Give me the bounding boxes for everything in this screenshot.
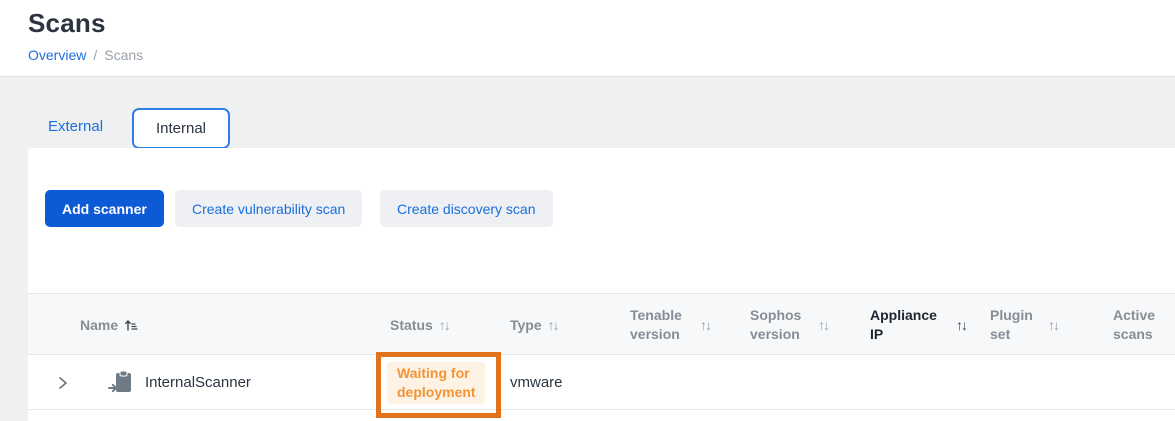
sort-both-icon[interactable]: ↑↓ bbox=[956, 316, 966, 335]
tab-internal[interactable]: Internal bbox=[132, 108, 230, 149]
sort-both-icon[interactable]: ↑↓ bbox=[439, 316, 449, 335]
scans-page: Scans Overview / Scans External Internal… bbox=[0, 0, 1175, 421]
column-label: Sophos version bbox=[750, 306, 812, 344]
column-header-tenable-version[interactable]: Tenable version ↑↓ bbox=[630, 294, 710, 356]
column-header-sophos-version[interactable]: Sophos version ↑↓ bbox=[750, 294, 828, 356]
row-cell-name: InternalScanner bbox=[145, 355, 251, 410]
expand-chevron-icon[interactable] bbox=[49, 369, 77, 397]
column-label: Active scans bbox=[1113, 306, 1163, 344]
page-title: Scans bbox=[28, 8, 106, 39]
column-header-name[interactable]: Name bbox=[80, 294, 138, 356]
create-discovery-scan-button[interactable]: Create discovery scan bbox=[380, 190, 553, 227]
sort-both-icon[interactable]: ↑↓ bbox=[1048, 316, 1058, 335]
scanner-clipboard-icon bbox=[107, 368, 135, 396]
table-header: Name Status ↑↓ Type ↑↓ Tenable version ↑… bbox=[28, 293, 1175, 355]
breadcrumb: Overview / Scans bbox=[28, 47, 143, 63]
page-header: Scans Overview / Scans bbox=[0, 0, 1175, 77]
column-label: Plugin set bbox=[990, 306, 1042, 344]
add-scanner-button[interactable]: Add scanner bbox=[45, 190, 164, 227]
column-header-active-scans[interactable]: Active scans bbox=[1113, 294, 1163, 356]
breadcrumb-separator: / bbox=[93, 47, 97, 63]
table-row[interactable]: InternalScanner vmware bbox=[28, 355, 1175, 410]
column-header-appliance-ip[interactable]: Appliance IP ↑↓ bbox=[870, 294, 966, 356]
tab-external[interactable]: External bbox=[48, 118, 103, 135]
column-header-status[interactable]: Status ↑↓ bbox=[390, 294, 449, 356]
column-label: Tenable version bbox=[630, 306, 694, 344]
sort-both-icon[interactable]: ↑↓ bbox=[818, 316, 828, 335]
row-cell-type: vmware bbox=[510, 355, 563, 410]
sort-both-icon[interactable]: ↑↓ bbox=[548, 316, 558, 335]
content-panel: Add scanner Create vulnerability scan Cr… bbox=[28, 148, 1175, 421]
create-vulnerability-scan-button[interactable]: Create vulnerability scan bbox=[175, 190, 362, 227]
breadcrumb-current: Scans bbox=[104, 47, 143, 63]
column-header-type[interactable]: Type ↑↓ bbox=[510, 294, 558, 356]
column-label: Status bbox=[390, 316, 433, 335]
status-badge: Waiting for deployment bbox=[387, 362, 485, 404]
breadcrumb-overview-link[interactable]: Overview bbox=[28, 47, 86, 63]
sort-both-icon[interactable]: ↑↓ bbox=[700, 316, 710, 335]
column-header-plugin-set[interactable]: Plugin set ↑↓ bbox=[990, 294, 1058, 356]
column-label: Appliance IP bbox=[870, 306, 950, 344]
column-label: Name bbox=[80, 316, 118, 335]
column-label: Type bbox=[510, 316, 542, 335]
sort-ascending-icon[interactable] bbox=[124, 318, 138, 332]
